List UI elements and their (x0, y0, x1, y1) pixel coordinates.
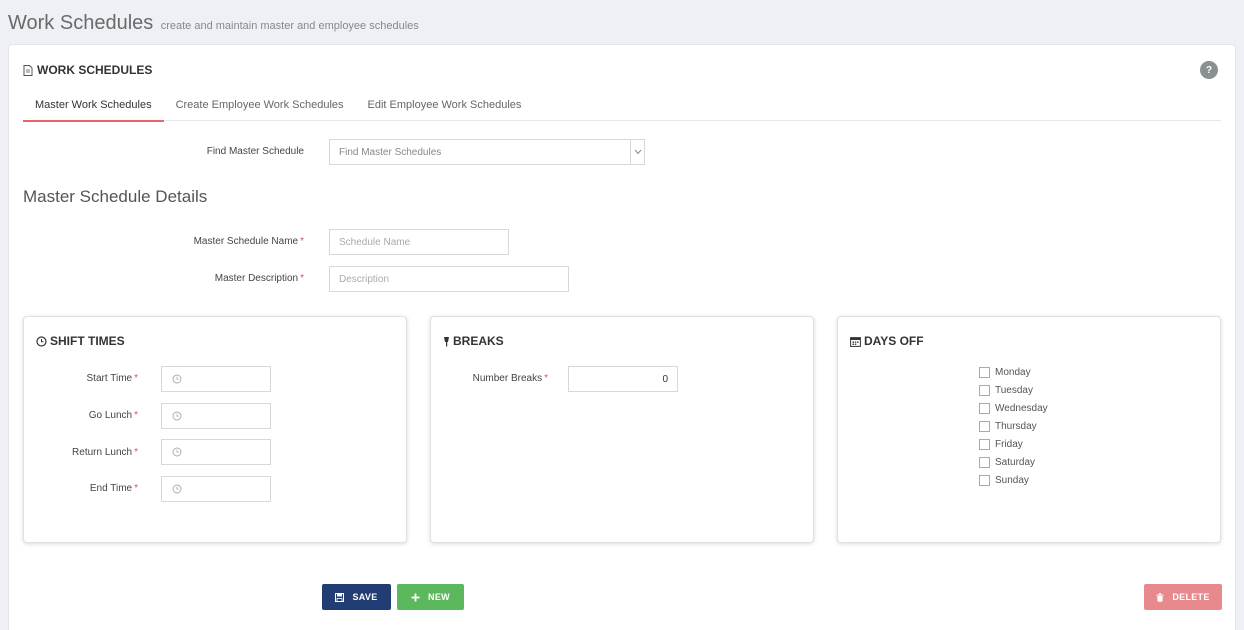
checkbox[interactable] (979, 439, 990, 450)
go-lunch-input[interactable] (161, 403, 271, 429)
schedule-name-input[interactable] (329, 229, 509, 255)
checkbox[interactable] (979, 457, 990, 468)
section-title: Master Schedule Details (23, 187, 208, 206)
card-header: WORK SCHEDULES (23, 63, 152, 77)
plus-icon (411, 593, 420, 601)
checkbox[interactable] (979, 367, 990, 378)
number-breaks-input[interactable] (568, 366, 678, 392)
find-master-schedule-label: Find Master Schedule (206, 146, 304, 157)
go-lunch-label: Go Lunch * (88, 410, 138, 421)
tab-edit-employee-work-schedules[interactable]: Edit Employee Work Schedules (356, 91, 534, 121)
page-title: Work Schedules (8, 12, 154, 34)
day-tuesday[interactable]: Tuesday (979, 385, 1033, 396)
day-wednesday[interactable]: Wednesday (979, 403, 1048, 414)
trash-icon (1156, 592, 1164, 602)
description-label: Master Description * (214, 273, 304, 284)
day-friday[interactable]: Friday (979, 439, 1023, 450)
find-master-schedule-placeholder: Find Master Schedules (339, 146, 442, 158)
day-thursday[interactable]: Thursday (979, 421, 1037, 432)
floppy-disk-icon (335, 592, 345, 602)
return-lunch-input[interactable] (161, 439, 271, 465)
page-header: Work Schedules create and maintain maste… (8, 12, 419, 35)
tab-master-work-schedules[interactable]: Master Work Schedules (23, 91, 164, 122)
save-button[interactable]: SAVE (322, 584, 391, 610)
clock-icon (172, 411, 182, 421)
checkbox[interactable] (979, 385, 990, 396)
help-button[interactable]: ? (1200, 61, 1218, 79)
find-master-schedule-select[interactable]: Find Master Schedules (329, 139, 645, 165)
end-time-label: End Time * (89, 483, 138, 494)
day-sunday[interactable]: Sunday (979, 475, 1029, 486)
card-title: WORK SCHEDULES (37, 63, 153, 77)
end-time-input[interactable] (161, 476, 271, 502)
clock-icon (172, 484, 182, 494)
number-breaks-label: Number Breaks * (472, 373, 548, 384)
shift-times-title: SHIFT TIMES (50, 334, 125, 348)
days-off-header: DAYS OFF (850, 334, 924, 348)
breaks-title: BREAKS (453, 334, 504, 348)
start-time-input[interactable] (161, 366, 271, 392)
new-label: NEW (428, 592, 450, 602)
delete-label: DELETE (1172, 592, 1210, 602)
new-button[interactable]: NEW (397, 584, 464, 610)
clock-icon (36, 335, 47, 347)
page-subtitle: create and maintain master and employee … (160, 20, 419, 32)
save-label: SAVE (352, 592, 378, 602)
delete-button[interactable]: DELETE (1144, 584, 1222, 610)
shift-times-panel: SHIFT TIMES Start Time * Go Lunch * Return… (23, 316, 407, 543)
day-monday[interactable]: Monday (979, 367, 1031, 378)
document-icon (23, 64, 33, 76)
days-off-title: DAYS OFF (864, 334, 924, 348)
coffee-icon (444, 336, 449, 346)
checkbox[interactable] (979, 421, 990, 432)
checkbox[interactable] (979, 475, 990, 486)
start-time-label: Start Time * (86, 373, 138, 384)
work-schedules-card: WORK SCHEDULES ? Master Work Schedules C… (8, 44, 1236, 630)
day-saturday[interactable]: Saturday (979, 457, 1035, 468)
clock-icon (172, 374, 182, 384)
clock-icon (172, 447, 182, 457)
days-off-panel: DAYS OFF Monday Tuesday Wednesday Thursd… (837, 316, 1221, 543)
schedule-name-label: Master Schedule Name * (193, 236, 304, 247)
tab-create-employee-work-schedules[interactable]: Create Employee Work Schedules (164, 91, 356, 121)
return-lunch-label: Return Lunch * (72, 447, 138, 458)
breaks-panel: BREAKS Number Breaks * (430, 316, 814, 543)
description-input[interactable] (329, 266, 569, 292)
checkbox[interactable] (979, 403, 990, 414)
chevron-down-icon (630, 140, 644, 164)
shift-times-header: SHIFT TIMES (36, 334, 125, 348)
breaks-header: BREAKS (443, 334, 504, 348)
tab-bar: Master Work Schedules Create Employee Wo… (23, 91, 1221, 122)
calendar-icon (850, 336, 861, 347)
